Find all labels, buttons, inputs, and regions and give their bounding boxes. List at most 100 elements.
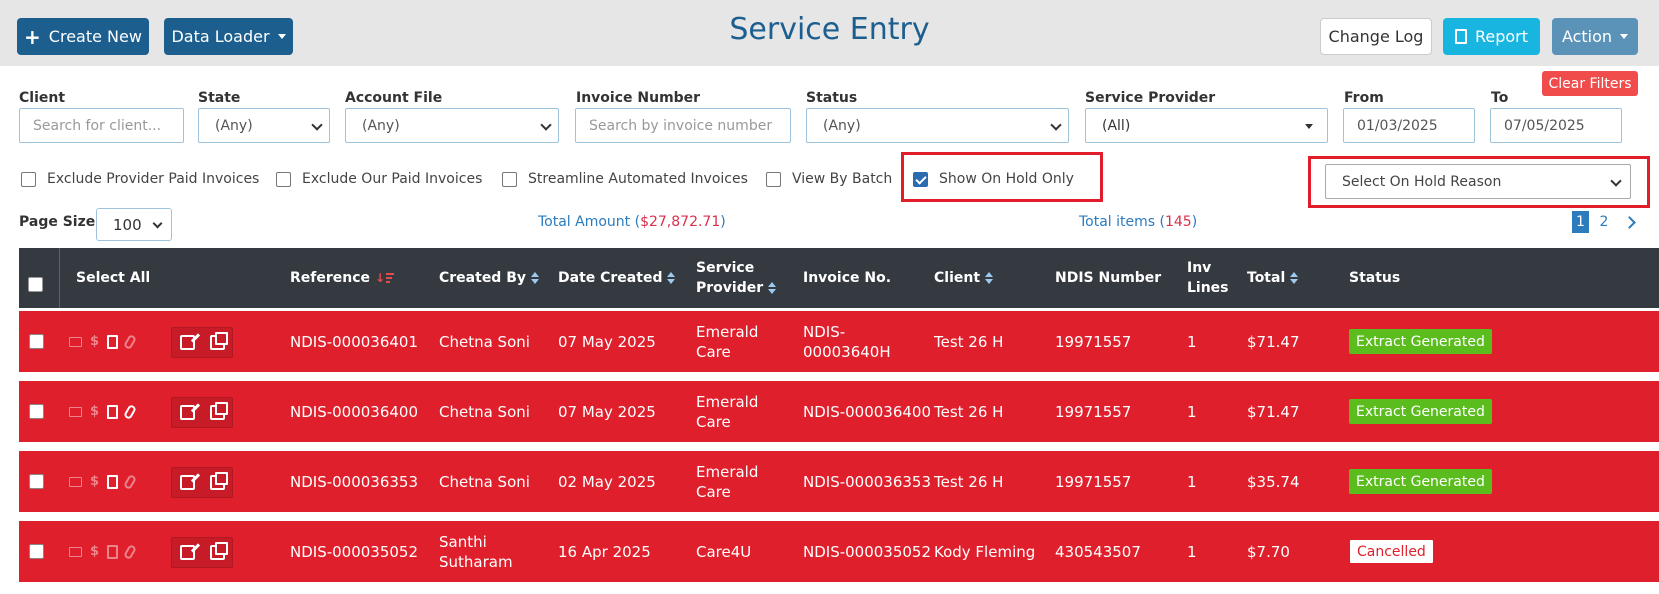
- page-size-label: Page Size:: [19, 214, 101, 230]
- paperclip-icon[interactable]: [123, 543, 138, 560]
- envelope-icon[interactable]: [69, 406, 82, 417]
- streamline-automated-label: Streamline Automated Invoices: [528, 171, 748, 187]
- view-by-batch-checkbox[interactable]: View By Batch: [766, 168, 892, 190]
- checkbox-box[interactable]: [766, 171, 781, 187]
- total-cell: $71.47: [1247, 402, 1300, 421]
- invoice-no-cell: NDIS- 00003640H: [803, 311, 891, 372]
- account-file-select[interactable]: (Any): [345, 108, 559, 143]
- copy-icon[interactable]: [209, 332, 228, 350]
- checkbox-box[interactable]: [276, 171, 291, 187]
- created-by-cell: Chetna Soni: [439, 311, 530, 372]
- exclude-provider-paid-checkbox[interactable]: Exclude Provider Paid Invoices: [21, 168, 259, 190]
- envelope-icon[interactable]: [69, 476, 82, 487]
- document-icon[interactable]: [107, 544, 119, 559]
- ndis-number-cell: 19971557: [1055, 402, 1132, 421]
- invoice-number-input[interactable]: Search by invoice number: [575, 108, 791, 143]
- status-cell: Extract Generated: [1349, 451, 1492, 512]
- reference-header[interactable]: Reference ↓: [290, 248, 395, 308]
- exclude-our-paid-checkbox[interactable]: Exclude Our Paid Invoices: [276, 168, 482, 190]
- show-on-hold-checkbox[interactable]: Show On Hold Only: [913, 168, 1074, 190]
- document-icon[interactable]: [107, 474, 119, 489]
- page-size-select[interactable]: 100: [96, 208, 172, 241]
- edit-icon[interactable]: [179, 405, 195, 420]
- copy-icon[interactable]: [209, 402, 228, 420]
- checkbox-box[interactable]: [21, 171, 36, 187]
- row-checkbox[interactable]: [29, 544, 44, 559]
- reference-cell[interactable]: NDIS-000035052: [290, 521, 418, 582]
- state-select[interactable]: (Any): [198, 108, 330, 143]
- table-row: $ NDIS-000035052 Santhi Sutharam 16 Apr …: [19, 521, 1659, 582]
- checkbox-checked[interactable]: [913, 171, 928, 187]
- row-icons: $: [69, 403, 138, 420]
- ndis-number-cell: 19971557: [1055, 472, 1132, 491]
- chevron-down-icon: [1050, 119, 1062, 131]
- clear-filters-button[interactable]: Clear Filters: [1542, 71, 1638, 96]
- date-created-cell: 02 May 2025: [558, 472, 656, 491]
- envelope-icon[interactable]: [69, 546, 82, 557]
- edit-icon[interactable]: [179, 475, 195, 490]
- reference-cell[interactable]: NDIS-000036353: [290, 451, 418, 512]
- row-checkbox[interactable]: [29, 404, 44, 419]
- data-loader-button[interactable]: Data Loader: [164, 18, 293, 55]
- plus-icon: +: [24, 24, 41, 49]
- date-created-cell: 16 Apr 2025: [558, 542, 651, 561]
- invoice-no-line-2: 00003640H: [803, 342, 891, 361]
- dollar-icon[interactable]: $: [90, 544, 99, 559]
- client-cell: Kody Fleming: [934, 542, 1036, 561]
- created-by-header-label: Created By: [439, 270, 527, 286]
- document-icon[interactable]: [107, 334, 119, 349]
- to-date-input[interactable]: 07/05/2025: [1490, 108, 1622, 143]
- copy-icon[interactable]: [209, 472, 228, 490]
- table-row: $ NDIS-000036353 Chetna Soni 02 May 2025…: [19, 451, 1659, 512]
- service-provider-header[interactable]: Service Provider: [696, 248, 777, 308]
- copy-icon[interactable]: [209, 542, 228, 560]
- paperclip-icon[interactable]: [123, 333, 138, 350]
- table-row: $ NDIS-000036401 Chetna Soni 07 May 2025…: [19, 311, 1659, 372]
- service-provider-label: Service Provider: [1085, 90, 1216, 106]
- service-provider-line-1: Care4U: [696, 542, 752, 561]
- reference-cell[interactable]: NDIS-000036400: [290, 381, 418, 442]
- create-new-button[interactable]: + Create New: [17, 18, 149, 55]
- action-button[interactable]: Action: [1552, 18, 1638, 55]
- page-2-link[interactable]: 2: [1597, 211, 1611, 233]
- checkbox-box[interactable]: [502, 171, 517, 187]
- row-checkbox[interactable]: [29, 474, 44, 489]
- total-header[interactable]: Total: [1247, 248, 1299, 308]
- reference-cell[interactable]: NDIS-000036401: [290, 311, 418, 372]
- row-actions: [171, 537, 233, 568]
- dollar-icon[interactable]: $: [90, 334, 99, 349]
- report-button[interactable]: Report: [1443, 18, 1540, 55]
- created-by-header[interactable]: Created By: [439, 248, 540, 308]
- select-all-checkbox[interactable]: [28, 277, 43, 292]
- edit-icon[interactable]: [179, 545, 195, 560]
- status-select[interactable]: (Any): [806, 108, 1069, 143]
- client-header[interactable]: Client: [934, 248, 994, 308]
- change-log-button[interactable]: Change Log: [1320, 18, 1432, 55]
- paperclip-icon[interactable]: [123, 403, 138, 420]
- streamline-automated-checkbox[interactable]: Streamline Automated Invoices: [502, 168, 748, 190]
- on-hold-reason-select[interactable]: Select On Hold Reason: [1325, 164, 1631, 199]
- dollar-icon[interactable]: $: [90, 404, 99, 419]
- client-search-input[interactable]: Search for client...: [19, 108, 184, 143]
- edit-icon[interactable]: [179, 335, 195, 350]
- client-cell: Test 26 H: [934, 332, 1004, 351]
- page-1-link[interactable]: 1: [1572, 211, 1589, 233]
- chevron-down-icon: [540, 119, 552, 131]
- state-value: (Any): [215, 117, 253, 134]
- document-icon[interactable]: [107, 404, 119, 419]
- paperclip-icon[interactable]: [123, 473, 138, 490]
- client-header-label: Client: [934, 270, 981, 286]
- sort-icon: [768, 282, 777, 294]
- inv-lines-header: Inv Lines: [1187, 248, 1229, 308]
- from-date-input[interactable]: 01/03/2025: [1343, 108, 1475, 143]
- total-items: Total items (145): [1079, 214, 1197, 230]
- total-amount-close: ): [720, 214, 726, 230]
- date-created-header[interactable]: Date Created: [558, 248, 676, 308]
- row-checkbox[interactable]: [29, 334, 44, 349]
- service-provider-select[interactable]: (All): [1085, 108, 1328, 143]
- envelope-icon[interactable]: [69, 336, 82, 347]
- created-by-line-2: Sutharam: [439, 552, 513, 571]
- sort-icon: [985, 272, 994, 284]
- chevron-right-icon[interactable]: [1623, 215, 1636, 229]
- dollar-icon[interactable]: $: [90, 474, 99, 489]
